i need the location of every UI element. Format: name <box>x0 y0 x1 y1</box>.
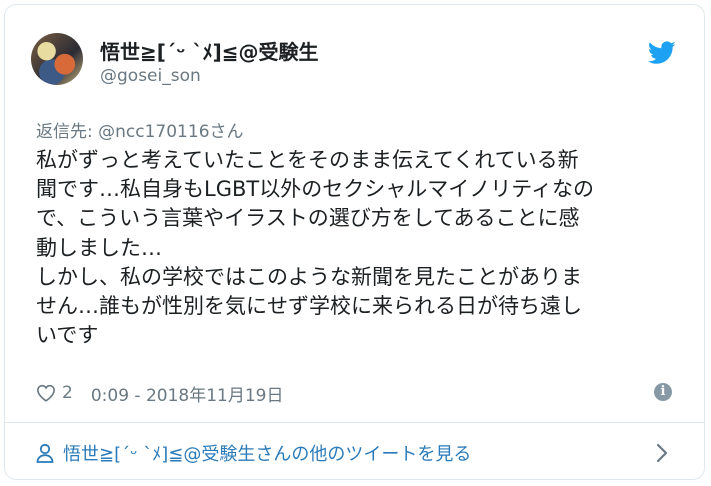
footer-divider <box>4 422 705 423</box>
tweet-line: しかし、私の学校ではこのような新聞を見たことがありま <box>36 264 582 289</box>
tweet-line: 動しました… <box>36 235 162 260</box>
tweet-line: 私がずっと考えていたことをそのまま伝えてくれている新 <box>36 148 579 172</box>
more-tweets-label[interactable]: 悟世≧[´ᵕ `ﾒ]≦@受験生さんの他のツイートを見る <box>63 440 471 466</box>
info-icon[interactable]: i <box>654 383 672 401</box>
author-display-name[interactable]: 悟世≧[´ᵕ `ﾒ]≦@受験生 <box>100 36 319 65</box>
reply-context: 返信先: @ncc170116さん <box>36 117 244 142</box>
chevron-right-icon[interactable] <box>655 443 669 463</box>
person-icon <box>36 443 54 463</box>
tweet-line: で、こういう言葉やイラストの選び方をしてあることに感 <box>36 206 580 231</box>
tweet-line: せん…誰もが性別を気にせず学校に来られる日が待ち遠し <box>36 294 582 319</box>
twitter-bird-icon[interactable] <box>648 41 676 65</box>
tweet-meta: 2 0:09 - 2018年11月19日 <box>36 381 284 406</box>
heart-icon[interactable] <box>36 384 56 402</box>
author-handle[interactable]: @gosei_son <box>100 66 201 86</box>
tweet-line: いです <box>36 323 99 348</box>
reply-prefix: 返信先: <box>36 122 99 142</box>
more-tweets-link[interactable]: 悟世≧[´ᵕ `ﾒ]≦@受験生さんの他のツイートを見る <box>36 440 471 466</box>
like-count[interactable]: 2 <box>62 383 73 403</box>
tweet-timestamp[interactable]: 0:09 - 2018年11月19日 <box>91 381 284 406</box>
tweet-line: 聞です…私自身もLGBT以外のセクシャルマイノリティなの <box>36 177 594 202</box>
avatar[interactable] <box>31 33 83 85</box>
tweet-text: 私がずっと考えていたことをそのまま伝えてくれている新 聞です…私自身もLGBT以… <box>36 146 676 350</box>
reply-mention-link[interactable]: @ncc170116さん <box>98 122 243 142</box>
